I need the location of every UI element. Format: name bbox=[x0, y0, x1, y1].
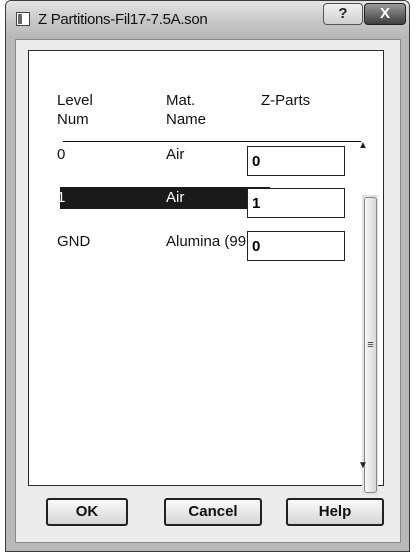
column-header-zparts: Z-Parts bbox=[261, 92, 311, 109]
row-2-material[interactable]: Alumina (99 bbox=[166, 233, 246, 251]
row-2-zparts-input[interactable]: 0 bbox=[247, 231, 345, 261]
dialog-body: Level Num Mat. Name Z-Parts 0 Air 0 1 Ai… bbox=[15, 39, 401, 543]
dialog-title: Z Partitions-Fil17-7.5A.son bbox=[38, 11, 208, 28]
scrollbar-grip-icon: ≡ bbox=[367, 339, 374, 351]
app-icon bbox=[16, 12, 30, 26]
scroll-down-arrow-icon[interactable]: ▼ bbox=[355, 458, 371, 474]
column-header-level: Level Num bbox=[57, 91, 93, 129]
selected-row-highlight[interactable] bbox=[60, 187, 270, 209]
row-0-level[interactable]: 0 bbox=[57, 146, 65, 164]
row-0-zparts-input[interactable]: 0 bbox=[247, 146, 345, 176]
header-divider bbox=[63, 141, 361, 142]
row-1-zparts-input[interactable]: 1 bbox=[247, 188, 345, 218]
column-header-level-line2: Num bbox=[57, 111, 89, 128]
partitions-list-panel: Level Num Mat. Name Z-Parts 0 Air 0 1 Ai… bbox=[28, 50, 384, 486]
column-header-mat: Mat. Name bbox=[166, 91, 206, 129]
ok-button[interactable]: OK bbox=[46, 498, 128, 526]
row-1-material[interactable]: Air bbox=[166, 189, 184, 207]
scroll-up-arrow-icon[interactable]: ▲ bbox=[355, 138, 371, 154]
column-header-mat-line2: Name bbox=[166, 111, 207, 128]
help-icon[interactable]: ? bbox=[323, 3, 363, 25]
column-header-mat-line1: Mat. bbox=[166, 92, 196, 109]
scrollbar-thumb[interactable]: ≡ bbox=[364, 197, 377, 493]
z-partitions-dialog: Z Partitions-Fil17-7.5A.son ? X Level Nu… bbox=[5, 0, 410, 552]
close-icon[interactable]: X bbox=[364, 3, 406, 25]
help-button[interactable]: Help bbox=[286, 498, 384, 526]
row-2-level[interactable]: GND bbox=[57, 233, 90, 251]
row-1-level[interactable]: 1 bbox=[57, 189, 65, 207]
cancel-button[interactable]: Cancel bbox=[164, 498, 262, 526]
title-bar[interactable]: Z Partitions-Fil17-7.5A.son ? X bbox=[6, 1, 409, 39]
row-0-material[interactable]: Air bbox=[166, 146, 184, 164]
column-header-level-line1: Level bbox=[57, 92, 93, 109]
